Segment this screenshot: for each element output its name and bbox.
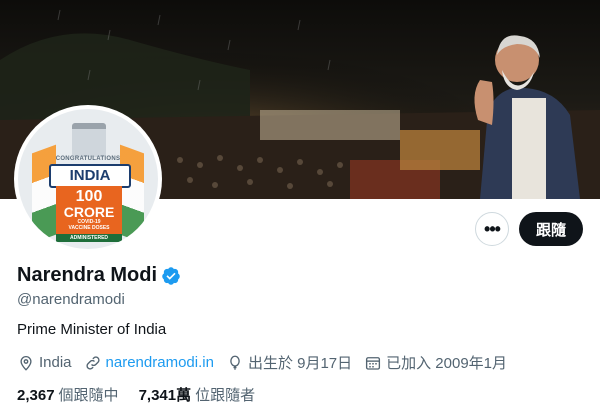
following-count: 2,367: [17, 387, 55, 404]
profile-name-row: Narendra Modi: [17, 264, 181, 287]
location-pin-icon: [20, 355, 32, 371]
followers-label: 位跟隨者: [195, 387, 256, 404]
birthday-text: 出生於 9月17日: [247, 355, 353, 372]
followers-count: 7,341萬: [138, 387, 192, 404]
link-icon: [85, 355, 100, 370]
calendar-icon: [366, 356, 381, 370]
follow-button[interactable]: 跟隨: [519, 212, 583, 246]
profile-name: Narendra Modi: [17, 264, 158, 286]
avatar-image: CONGRATULATIONS INDIA 100 CRORE COVID-19…: [18, 109, 158, 249]
avatar-number: 100: [75, 188, 103, 205]
verified-badge-icon[interactable]: [161, 266, 181, 286]
avatar-sub2: VACCINE DOSES: [68, 225, 110, 231]
website-item: narendramodi.in: [84, 354, 214, 372]
followers-link[interactable]: 7,341萬 位跟隨者: [139, 384, 256, 405]
avatar-administered: ADMINISTERED: [56, 234, 122, 242]
following-link[interactable]: 2,367 個跟隨中: [17, 384, 119, 405]
website-link[interactable]: narendramodi.in: [106, 354, 214, 371]
avatar-india-text: INDIA: [49, 164, 131, 188]
profile-avatar[interactable]: CONGRATULATIONS INDIA 100 CRORE COVID-19…: [14, 105, 162, 253]
birthday-item: 出生於 9月17日: [226, 352, 352, 373]
following-label: 個跟隨中: [58, 387, 119, 404]
avatar-crore: CRORE: [63, 204, 115, 220]
location-text: India: [39, 354, 72, 371]
profile-meta: India narendramodi.in 出生於 9月17日 已加入 2009…: [17, 352, 519, 373]
joined-text: 已加入 2009年1月: [386, 355, 508, 372]
profile-bio: Prime Minister of India: [17, 321, 167, 338]
balloon-icon: [230, 355, 240, 370]
avatar-congrats-text: CONGRATULATIONS: [55, 156, 121, 162]
avatar-milestone-box: 100 CRORE COVID-19 VACCINE DOSES: [56, 186, 122, 236]
vaccine-vial-graphic: [72, 123, 106, 157]
joined-item: 已加入 2009年1月: [364, 352, 507, 373]
more-options-button[interactable]: •••: [475, 212, 509, 246]
location-item: India: [17, 354, 72, 372]
profile-handle: @narendramodi: [17, 291, 125, 308]
profile-stats: 2,367 個跟隨中 7,341萬 位跟隨者: [17, 384, 275, 405]
